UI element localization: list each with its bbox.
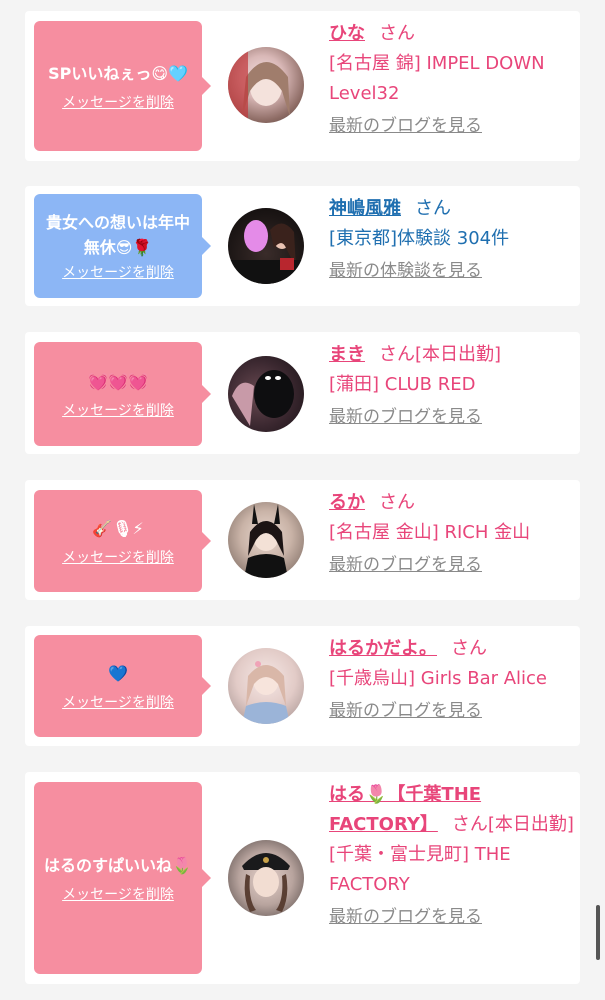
latest-blog-link[interactable]: 最新のブログを見る [329,700,569,722]
message-text: SPいいねぇっ😋🩵 [48,63,188,83]
list-item: はるのすぱいいね🌷 メッセージを削除 はる🌷【千葉THE FACTORY】 さん[… [25,772,580,984]
shop-info: [名古屋 錦] IMPEL DOWN Level32 [329,53,545,104]
honorific: さん [451,638,487,659]
list-item: SPいいねぇっ😋🩵 メッセージを削除 ひな さん [名古屋 錦] IMPEL DO… [25,11,580,161]
attendance-badge: [本日出勤] [487,814,574,835]
shop-info: [蒲田] CLUB RED [329,374,476,395]
shop-info: [千葉・富士見町] THE FACTORY [329,844,511,895]
shop-info: [名古屋 金山] RICH 金山 [329,522,531,543]
honorific: さん [451,814,488,835]
delete-message-link[interactable]: メッセージを削除 [62,94,174,112]
list-item: 💓💓💓 メッセージを削除 まき さん[本日出勤] [蒲田] CLUB RED 最新… [25,332,580,454]
delete-message-link[interactable]: メッセージを削除 [62,694,174,712]
avatar[interactable] [228,208,304,284]
message-bubble: はるのすぱいいね🌷 メッセージを削除 [34,782,211,974]
avatar-photo [232,370,294,426]
honorific: さん [379,344,415,365]
shop-info: [千歳烏山] Girls Bar Alice [329,668,548,689]
message-bubble: 💓💓💓 メッセージを削除 [34,342,211,446]
message-text: はるのすぱいいね🌷 [44,855,192,875]
profile-name-link[interactable]: るか [329,492,365,513]
delete-message-link[interactable]: メッセージを削除 [62,549,174,567]
avatar-photo [228,47,290,123]
delete-message-link[interactable]: メッセージを削除 [62,402,174,420]
shop-info: [東京都]体験談 304件 [329,228,510,249]
avatar-photo [244,504,288,578]
profile-name-link[interactable]: はるかだよ。 [329,638,437,659]
profile-name-link[interactable]: ひな [329,23,365,44]
list-item: 貴女への想いは年中無休😎🌹 メッセージを削除 神嶋風雅 さん [東京都]体験談 3… [25,186,580,306]
message-bubble: 🎸🎙⚡ メッセージを削除 [34,490,211,592]
delete-message-link[interactable]: メッセージを削除 [62,264,174,282]
list-item: 🎸🎙⚡ メッセージを削除 るか さん [名古屋 金山] RICH 金山 最新のブロ… [25,480,580,600]
avatar[interactable] [228,648,304,724]
honorific: さん [379,23,415,44]
profile-info: まき さん[本日出勤] [蒲田] CLUB RED 最新のブログを見る [329,340,569,428]
attendance-badge: [本日出勤] [415,344,502,365]
message-bubble: 💙 メッセージを削除 [34,635,211,737]
avatar[interactable] [228,502,304,578]
message-text: 貴女への想いは年中無休😎🌹 [45,213,190,257]
profile-info: はる🌷【千葉THE FACTORY】 さん[本日出勤] [千葉・富士見町] THE… [329,780,574,928]
avatar[interactable] [228,840,304,916]
profile-info: ひな さん [名古屋 錦] IMPEL DOWN Level32 最新のブログを見… [329,19,569,137]
scrollbar-thumb[interactable] [596,905,600,960]
avatar-photo [228,220,304,284]
latest-blog-link[interactable]: 最新のブログを見る [329,406,569,428]
profile-name-link[interactable]: 神嶋風雅 [329,198,401,219]
avatar[interactable] [228,356,304,432]
message-text: 💓💓💓 [88,371,148,391]
latest-blog-link[interactable]: 最新のブログを見る [329,554,569,576]
latest-blog-link[interactable]: 最新のブログを見る [329,115,569,137]
message-text: 💙 [108,663,128,683]
honorific: さん [379,492,415,513]
profile-name-link[interactable]: まき [329,344,365,365]
message-bubble: 貴女への想いは年中無休😎🌹 メッセージを削除 [34,194,211,298]
latest-blog-link[interactable]: 最新のブログを見る [329,906,574,928]
profile-info: 神嶋風雅 さん [東京都]体験談 304件 最新の体験談を見る [329,194,569,282]
list-item: 💙 メッセージを削除 はるかだよ。 さん [千歳烏山] Girls Bar Ali… [25,626,580,746]
honorific: さん [415,198,451,219]
profile-info: るか さん [名古屋 金山] RICH 金山 最新のブログを見る [329,488,569,576]
message-text: 🎸🎙⚡ [92,518,144,538]
avatar-photo [242,853,290,912]
message-bubble: SPいいねぇっ😋🩵 メッセージを削除 [34,21,211,151]
profile-info: はるかだよ。 さん [千歳烏山] Girls Bar Alice 最新のブログを見… [329,634,569,722]
latest-review-link[interactable]: 最新の体験談を見る [329,260,569,282]
avatar[interactable] [228,47,304,123]
avatar-photo [242,661,290,724]
delete-message-link[interactable]: メッセージを削除 [62,886,174,904]
